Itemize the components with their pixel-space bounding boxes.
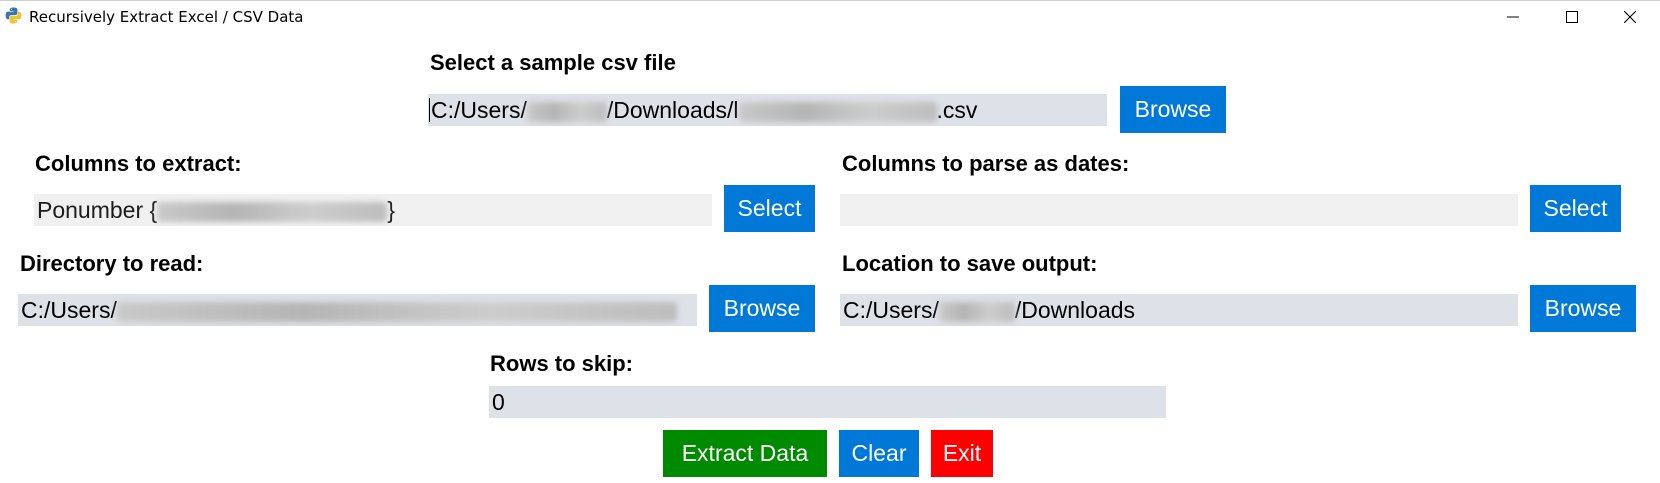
- redacted-column-name: [157, 201, 388, 222]
- maximize-button[interactable]: [1542, 1, 1602, 33]
- exit-button[interactable]: Exit: [931, 430, 993, 477]
- directory-read-input[interactable]: C:/Users/: [18, 294, 697, 326]
- text-cursor: [429, 98, 430, 122]
- redacted-directory-path: [116, 301, 677, 322]
- close-button[interactable]: [1600, 1, 1660, 33]
- output-location-label: Location to save output:: [842, 251, 1098, 276]
- redacted-filename: [738, 101, 937, 122]
- sample-csv-label: Select a sample csv file: [430, 50, 676, 75]
- title-bar: Recursively Extract Excel / CSV Data: [0, 0, 1660, 32]
- columns-dates-label: Columns to parse as dates:: [842, 151, 1130, 176]
- directory-read-path-prefix: C:/Users/: [21, 297, 117, 323]
- rows-skip-label: Rows to skip:: [490, 351, 634, 376]
- minimize-icon: [1507, 16, 1519, 18]
- columns-dates-select-button[interactable]: Select: [1530, 185, 1621, 232]
- output-location-browse-button[interactable]: Browse: [1530, 285, 1636, 332]
- python-icon: [5, 7, 22, 24]
- columns-dates-field[interactable]: [840, 194, 1518, 226]
- sample-csv-input[interactable]: C:/Users/ /Downloads/l .csv: [428, 94, 1107, 126]
- clear-button[interactable]: Clear: [839, 430, 919, 477]
- extract-data-button[interactable]: Extract Data: [663, 430, 827, 477]
- minimize-button[interactable]: [1483, 1, 1543, 33]
- output-path-suffix: /Downloads: [1014, 297, 1136, 323]
- sample-csv-path-prefix: C:/Users/: [431, 97, 527, 123]
- rows-skip-input[interactable]: 0: [489, 386, 1166, 418]
- directory-read-browse-button[interactable]: Browse: [709, 285, 815, 332]
- redacted-username: [526, 101, 607, 122]
- columns-extract-value-suffix: }: [387, 197, 395, 223]
- close-icon: [1624, 11, 1636, 23]
- columns-extract-label: Columns to extract:: [35, 151, 242, 176]
- window-title: Recursively Extract Excel / CSV Data: [29, 8, 304, 26]
- columns-extract-value-prefix: Ponumber {: [37, 197, 158, 223]
- directory-read-label: Directory to read:: [20, 251, 204, 276]
- sample-csv-path-suffix: .csv: [936, 97, 978, 123]
- columns-extract-select-button[interactable]: Select: [724, 185, 815, 232]
- redacted-username: [938, 301, 1015, 322]
- sample-csv-path-mid: /Downloads/l: [606, 97, 739, 123]
- maximize-icon: [1566, 11, 1578, 23]
- sample-csv-browse-button[interactable]: Browse: [1120, 86, 1226, 133]
- output-path-prefix: C:/Users/: [843, 297, 939, 323]
- output-location-input[interactable]: C:/Users/ /Downloads: [840, 294, 1518, 326]
- columns-extract-field[interactable]: Ponumber {}: [34, 194, 712, 226]
